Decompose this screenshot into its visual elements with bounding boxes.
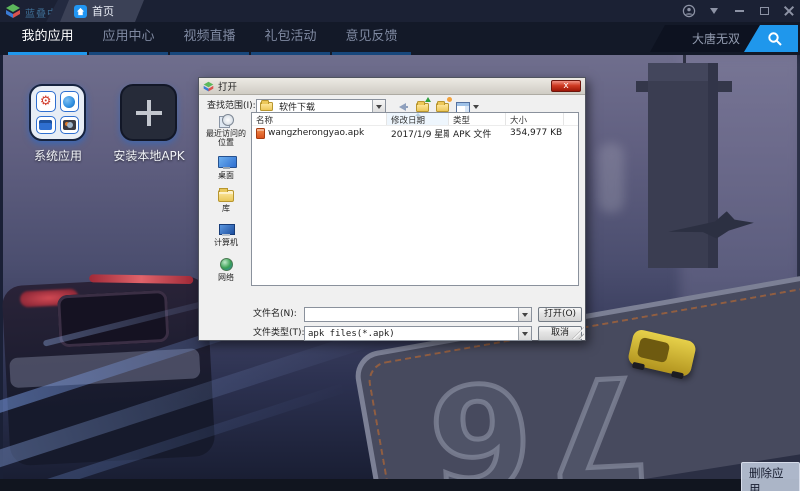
nav-tab-app-center[interactable]: 应用中心 <box>89 22 168 55</box>
menu-dropdown-icon[interactable] <box>707 4 721 18</box>
title-bar: 蓝叠中国 首页 <box>0 0 800 22</box>
delete-app-button[interactable]: 删除应用 <box>741 462 800 491</box>
place-recent[interactable]: 最近访问的位置 <box>203 114 249 147</box>
nav-bar: 我的应用 应用中心 视频直播 礼包活动 意见反馈 大唐无双 <box>0 22 800 55</box>
window-app-icon <box>36 116 56 134</box>
file-type-combobox[interactable]: apk files(*.apk) <box>304 326 532 341</box>
app-icon-system-apps[interactable]: ⚙ <box>29 84 86 141</box>
camera-icon <box>60 116 80 134</box>
file-size: 354,977 KB <box>506 128 564 138</box>
close-button[interactable] <box>782 4 796 18</box>
place-desktop[interactable]: 桌面 <box>203 156 249 180</box>
search-input[interactable]: 大唐无双 <box>650 30 744 47</box>
libraries-icon <box>218 190 234 202</box>
account-icon[interactable] <box>682 4 696 18</box>
place-network[interactable]: 网络 <box>203 258 249 282</box>
emulator-window: 蓝叠中国 首页 我的应用 应用中心 视频直播 礼包活动 意见反馈 <box>0 0 800 491</box>
search-icon <box>767 31 783 47</box>
file-name: wangzherongyao.apk <box>268 128 364 138</box>
apk-file-icon <box>256 128 265 139</box>
file-name-input[interactable] <box>304 307 532 322</box>
browser-globe-icon <box>60 91 80 112</box>
plus-icon <box>136 100 162 126</box>
tail-light-bar <box>89 274 193 284</box>
file-list-header: 名称 修改日期 类型 大小 <box>252 113 578 126</box>
dialog-title-bar[interactable]: 打开 x <box>199 78 585 95</box>
view-menu-dropdown-icon[interactable] <box>473 105 479 109</box>
maximize-button[interactable] <box>757 4 771 18</box>
computer-icon <box>218 224 234 236</box>
app-icon-install-apk[interactable] <box>120 84 177 141</box>
tab-home[interactable]: 首页 <box>60 0 144 22</box>
file-date: 2017/1/9 星期一 ... <box>387 127 449 140</box>
nav-tab-my-apps[interactable]: 我的应用 <box>8 22 87 55</box>
nav-tab-gift-events[interactable]: 礼包活动 <box>251 22 330 55</box>
search-button[interactable] <box>744 25 798 52</box>
open-file-dialog: 打开 x 查找范围(I): 软件下载 最近访问的位置 <box>198 77 586 341</box>
nav-tab-feedback[interactable]: 意见反馈 <box>332 22 411 55</box>
column-type[interactable]: 类型 <box>449 113 506 125</box>
file-row[interactable]: wangzherongyao.apk 2017/1/9 星期一 ... APK … <box>252 126 578 140</box>
nav-tab-video-live[interactable]: 视频直播 <box>170 22 249 55</box>
column-name[interactable]: 名称 <box>252 113 387 125</box>
file-list: 名称 修改日期 类型 大小 wangzherongyao.apk 2017/1/… <box>251 112 579 286</box>
dialog-app-icon <box>203 81 214 92</box>
dialog-title: 打开 <box>218 79 237 93</box>
app-label-system-apps: 系统应用 <box>13 147 103 164</box>
minimize-button[interactable] <box>732 4 746 18</box>
dialog-close-button[interactable]: x <box>551 80 581 92</box>
file-name-label: 文件名(N): <box>253 307 297 322</box>
folder-icon <box>260 102 273 111</box>
network-icon <box>220 258 233 271</box>
recent-places-icon <box>219 114 234 127</box>
file-type-value: apk files(*.apk) <box>305 329 518 339</box>
place-libraries[interactable]: 库 <box>203 190 249 213</box>
column-date-modified[interactable]: 修改日期 <box>387 113 449 125</box>
place-computer[interactable]: 计算机 <box>203 224 249 247</box>
background-smoke <box>598 143 624 213</box>
column-size[interactable]: 大小 <box>506 113 564 125</box>
file-type: APK 文件 <box>449 127 506 140</box>
bluestacks-logo-icon <box>5 3 21 19</box>
tab-home-label: 首页 <box>92 3 114 19</box>
background-carrier-tower <box>648 63 718 268</box>
background-bottom-edge <box>0 479 800 491</box>
settings-gear-icon: ⚙ <box>36 91 56 112</box>
file-type-dropdown-icon[interactable] <box>518 327 531 340</box>
search-bar[interactable]: 大唐无双 <box>650 25 798 52</box>
file-name-dropdown-icon[interactable] <box>518 308 531 321</box>
places-bar: 最近访问的位置 桌面 库 计算机 网络 <box>203 112 249 286</box>
file-type-label: 文件类型(T): <box>253 326 305 341</box>
deck-number: 76 <box>411 342 654 491</box>
app-label-install-apk: 安装本地APK <box>104 147 194 164</box>
open-button[interactable]: 打开(O) <box>538 307 582 322</box>
desktop-icon <box>218 156 235 169</box>
home-icon <box>74 5 87 18</box>
